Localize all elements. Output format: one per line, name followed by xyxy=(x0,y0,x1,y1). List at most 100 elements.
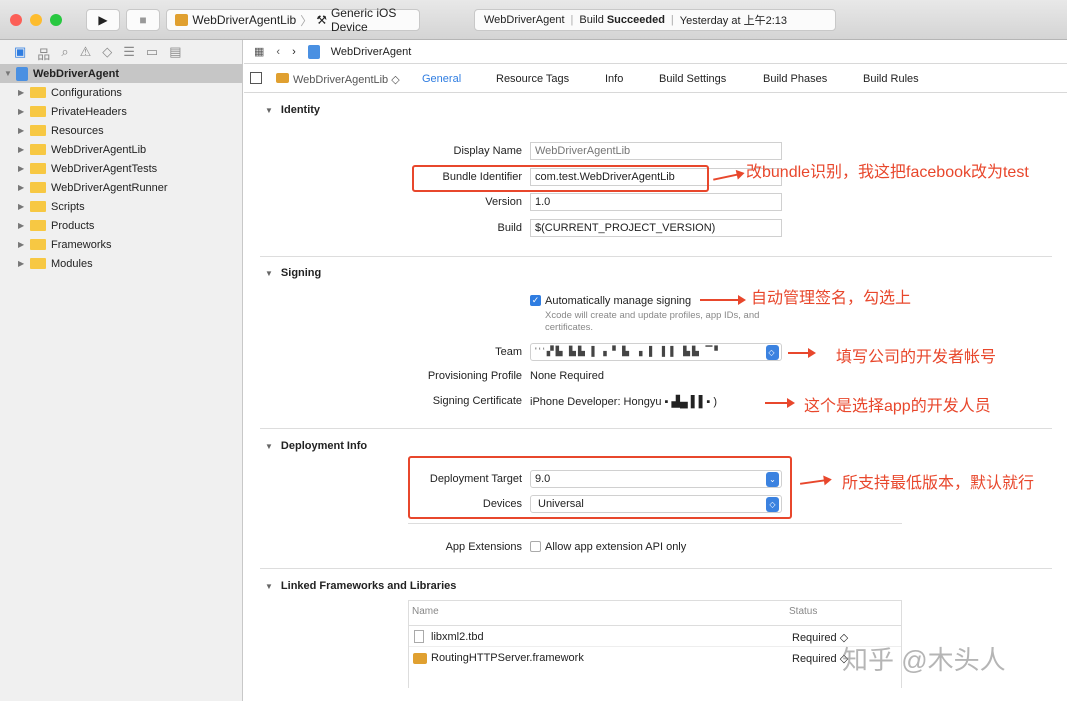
display-name-label: Display Name xyxy=(453,145,522,157)
folder-icon xyxy=(30,201,46,212)
project-icon xyxy=(307,44,320,59)
tree-label: Modules xyxy=(51,257,93,270)
disclosure-closed-icon[interactable]: ▶ xyxy=(18,145,30,154)
app-extension-checkbox[interactable] xyxy=(530,541,541,552)
tree-item[interactable]: ▶ Frameworks xyxy=(0,235,242,254)
framework-name: RoutingHTTPServer.framework xyxy=(431,652,584,664)
team-select[interactable]: 'ʻʻ▞▙ ▙▙ ▌▗▝ ▙ ▗ ▌ ▌▌ ▙▙ ▔▘ ◇ xyxy=(530,343,782,361)
tree-label: Products xyxy=(51,219,95,232)
framework-status[interactable]: Required ◇ xyxy=(792,631,848,644)
framework-status[interactable]: Required ◇ xyxy=(792,652,848,665)
target-selector[interactable]: WebDriverAgentLib ◇ xyxy=(276,73,400,86)
tree-item[interactable]: ▶ Products xyxy=(0,216,242,235)
tree-item[interactable]: ▶ Modules xyxy=(0,254,242,273)
folder-icon xyxy=(30,220,46,231)
tree-label: WebDriverAgentLib xyxy=(51,143,147,156)
tree-label: WebDriverAgentTests xyxy=(51,162,158,175)
disclosure-closed-icon[interactable]: ▶ xyxy=(18,202,30,211)
tree-root[interactable]: ▼ WebDriverAgent xyxy=(0,64,242,83)
tree-label: Scripts xyxy=(51,200,85,213)
tree-item[interactable]: ▶ WebDriverAgentLib xyxy=(0,140,242,159)
disclosure-closed-icon[interactable]: ▶ xyxy=(18,126,30,135)
build-label: Build xyxy=(497,222,522,234)
run-button[interactable]: ▶ xyxy=(86,9,120,31)
stop-icon: ■ xyxy=(139,13,147,27)
disclosure-closed-icon[interactable]: ▶ xyxy=(18,259,30,268)
breakpoint-icon[interactable]: ▭ xyxy=(146,44,158,64)
disclosure-closed-icon[interactable]: ▶ xyxy=(18,88,30,97)
tree-item[interactable]: ▶ Scripts xyxy=(0,197,242,216)
folder-icon xyxy=(30,106,46,117)
divider xyxy=(260,568,1052,569)
hierarchy-icon[interactable]: 品 xyxy=(37,44,50,64)
minimize-button[interactable] xyxy=(30,14,42,26)
tree-items: ▶ Configurations ▶ PrivateHeaders ▶ Resources… xyxy=(0,83,242,273)
scheme-selector[interactable]: WebDriverAgentLib 〉 ⚒ Generic iOS Device xyxy=(166,6,420,34)
section-deployment[interactable]: Deployment Info xyxy=(265,440,367,452)
annotation-signing: 自动管理签名，勾选上 xyxy=(751,290,912,307)
tab-resource-tags[interactable]: Resource Tags xyxy=(496,73,569,85)
breadcrumb[interactable]: WebDriverAgent xyxy=(331,46,412,58)
section-signing[interactable]: Signing xyxy=(265,267,321,279)
test-icon[interactable]: ◇ xyxy=(102,44,112,64)
tab-build-rules[interactable]: Build Rules xyxy=(863,73,919,85)
display-name-field[interactable] xyxy=(530,142,782,160)
disclosure-closed-icon[interactable]: ▶ xyxy=(18,183,30,192)
back-icon[interactable]: ‹ xyxy=(276,46,280,58)
disclosure-open-icon[interactable]: ▼ xyxy=(4,69,16,78)
hammer-icon: ⚒ xyxy=(316,13,327,27)
grid-icon[interactable]: ▦ xyxy=(254,45,264,58)
folder-icon xyxy=(30,182,46,193)
search-icon[interactable]: ⌕ xyxy=(61,44,68,64)
table-row[interactable]: RoutingHTTPServer.framework Required ◇ xyxy=(409,648,901,668)
deployment-highlight-box xyxy=(408,456,792,519)
tree-item[interactable]: ▶ WebDriverAgentTests xyxy=(0,159,242,178)
folder-icon xyxy=(30,144,46,155)
stop-button[interactable]: ■ xyxy=(126,9,160,31)
section-identity[interactable]: Identity xyxy=(265,104,320,116)
jump-bar: ▦ ‹ › WebDriverAgent xyxy=(244,40,1067,64)
report-icon[interactable]: ▤ xyxy=(169,44,181,64)
auto-signing-checkbox[interactable]: ✓ xyxy=(530,295,541,306)
close-button[interactable] xyxy=(10,14,22,26)
tree-item[interactable]: ▶ Resources xyxy=(0,121,242,140)
status-build: Build xyxy=(579,14,604,26)
divider xyxy=(408,523,902,524)
sidebar-toggle-icon[interactable] xyxy=(250,72,262,84)
file-icon xyxy=(414,630,424,643)
debug-icon[interactable]: ☰ xyxy=(123,44,135,64)
tab-build-phases[interactable]: Build Phases xyxy=(763,73,827,85)
zoom-button[interactable] xyxy=(50,14,62,26)
tab-build-settings[interactable]: Build Settings xyxy=(659,73,726,85)
tree-item[interactable]: ▶ PrivateHeaders xyxy=(0,102,242,121)
table-row[interactable]: libxml2.tbd Required ◇ xyxy=(409,627,901,647)
tab-general[interactable]: General xyxy=(422,73,461,85)
annotation-team: 填写公司的开发者帐号 xyxy=(836,349,997,366)
warning-icon[interactable]: ⚠ xyxy=(80,44,92,64)
status-project: WebDriverAgent xyxy=(484,14,565,26)
column-name[interactable]: Name xyxy=(412,606,439,617)
folder-icon[interactable]: ▣ xyxy=(14,44,26,64)
device-name[interactable]: Generic iOS Device xyxy=(331,6,419,34)
divider xyxy=(260,256,1052,257)
arrow-icon xyxy=(700,295,746,305)
disclosure-closed-icon[interactable]: ▶ xyxy=(18,221,30,230)
version-field[interactable]: 1.0 xyxy=(530,193,782,211)
disclosure-closed-icon[interactable]: ▶ xyxy=(18,107,30,116)
disclosure-closed-icon[interactable]: ▶ xyxy=(18,164,30,173)
build-field[interactable]: $(CURRENT_PROJECT_VERSION) xyxy=(530,219,782,237)
tree-item[interactable]: ▶ WebDriverAgentRunner xyxy=(0,178,242,197)
frameworks-table: Name Status libxml2.tbd Required ◇ Routi… xyxy=(408,600,902,688)
navigator-tabs: ▣ 品 ⌕ ⚠ ◇ ☰ ▭ ▤ xyxy=(0,40,242,64)
annotation-deploy: 所支持最低版本，默认就行 xyxy=(842,475,1035,492)
provisioning-profile-label: Provisioning Profile xyxy=(427,370,522,382)
column-status[interactable]: Status xyxy=(789,606,817,617)
tab-info[interactable]: Info xyxy=(605,73,623,85)
section-linked-frameworks[interactable]: Linked Frameworks and Libraries xyxy=(265,580,456,592)
folder-icon xyxy=(30,163,46,174)
forward-icon[interactable]: › xyxy=(292,46,296,58)
tree-item[interactable]: ▶ Configurations xyxy=(0,83,242,102)
framework-name: libxml2.tbd xyxy=(431,631,484,643)
disclosure-closed-icon[interactable]: ▶ xyxy=(18,240,30,249)
app-extension-checkbox-label: Allow app extension API only xyxy=(545,541,687,553)
